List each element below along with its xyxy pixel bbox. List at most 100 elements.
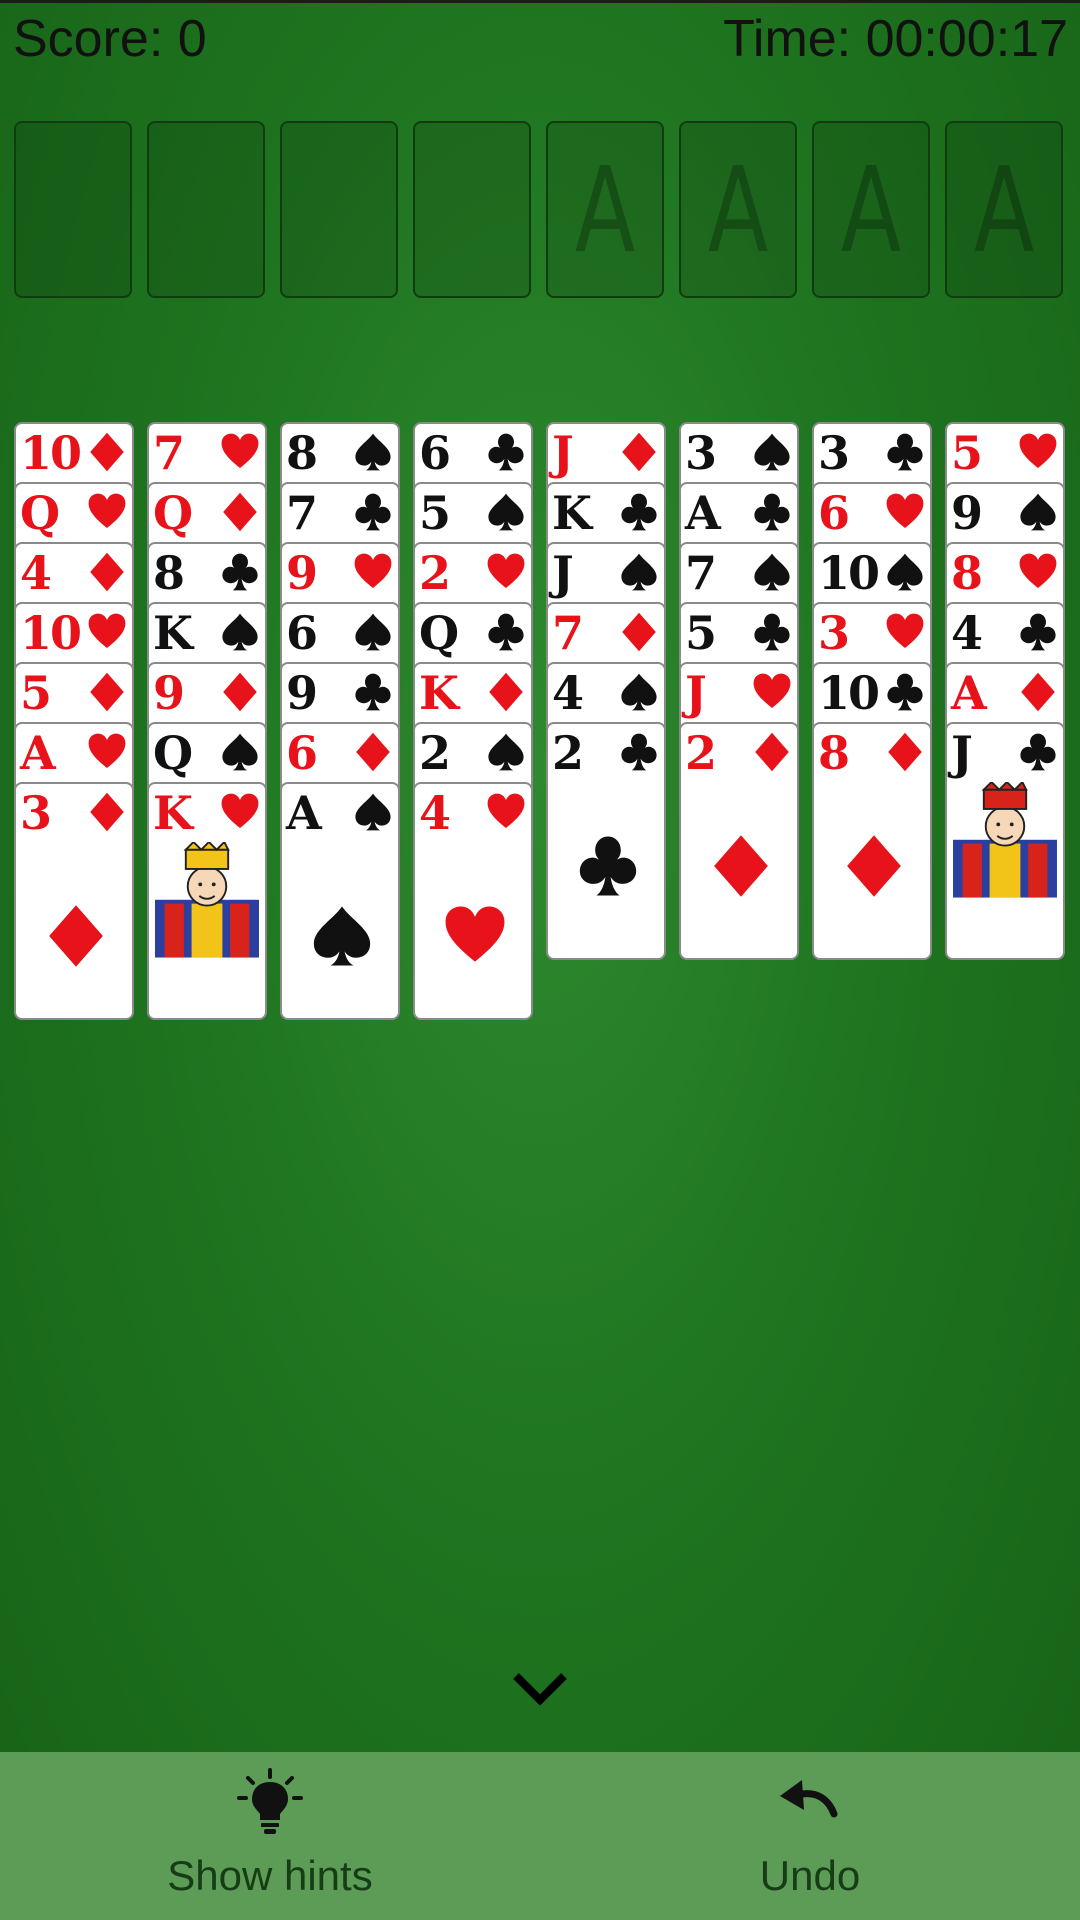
card-rank: J [552, 426, 574, 480]
card-rank: 8 [286, 426, 318, 480]
club-icon [754, 613, 790, 651]
card-rank: 4 [951, 606, 983, 660]
club-icon [754, 493, 790, 531]
card[interactable]: A [280, 782, 400, 1020]
heart-icon [753, 673, 791, 708]
card-rank: Q [153, 486, 193, 540]
spade-icon [488, 733, 524, 771]
free-cell-2[interactable] [147, 121, 265, 298]
club-icon [887, 433, 923, 471]
heart-icon [221, 433, 259, 468]
card-rank: A [20, 726, 56, 780]
card-rank: 6 [286, 726, 318, 780]
spade-icon [754, 433, 790, 471]
card-rank: 6 [419, 426, 451, 480]
bottom-toolbar: Show hints Undo [0, 1752, 1080, 1920]
diamond-icon [755, 732, 789, 772]
card-rank: 8 [818, 726, 850, 780]
card-rank: K [153, 606, 193, 660]
card-rank: 5 [20, 666, 52, 720]
diamond-icon [223, 492, 257, 532]
card[interactable]: 3 [14, 782, 134, 1020]
spade-icon [887, 553, 923, 591]
spade-icon [222, 733, 258, 771]
card-rank: 10 [20, 606, 82, 660]
free-cell-1[interactable] [14, 121, 132, 298]
foundation-placeholder-label: A [574, 141, 636, 279]
card-rank: 5 [951, 426, 983, 480]
card-rank: J [685, 666, 707, 720]
spade-icon [222, 613, 258, 651]
card-rank: Q [419, 606, 459, 660]
card-rank: A [286, 786, 322, 840]
lightbulb-icon [237, 1768, 303, 1834]
club-icon [355, 673, 391, 711]
heart-icon [221, 793, 259, 828]
spade-icon [621, 673, 657, 711]
card[interactable]: K [147, 782, 267, 1020]
chevron-down-icon[interactable] [510, 1668, 570, 1708]
card-rank: 9 [153, 666, 185, 720]
card[interactable]: 2 [679, 722, 799, 960]
spade-icon [355, 613, 391, 651]
club-icon [488, 433, 524, 471]
card-rank: Q [20, 486, 60, 540]
card-rank: K [552, 486, 592, 540]
spade-icon [1020, 493, 1056, 531]
card-rank: 3 [818, 606, 850, 660]
card-rank: Q [153, 726, 193, 780]
heart-icon [88, 613, 126, 648]
undo-button[interactable]: Undo [540, 1752, 1080, 1920]
diamond-icon [49, 905, 103, 967]
card-rank: 5 [685, 606, 717, 660]
card[interactable]: 4 [413, 782, 533, 1020]
card[interactable]: J [945, 722, 1065, 960]
jack-portrait-icon [953, 782, 1057, 898]
foundation-slot-3[interactable]: A [812, 121, 930, 298]
card-rank: J [951, 726, 973, 780]
heart-icon [1019, 433, 1057, 468]
card-rank: 8 [951, 546, 983, 600]
free-cell-3[interactable] [280, 121, 398, 298]
diamond-icon [90, 792, 124, 832]
card-rank: J [552, 546, 574, 600]
card-rank: 10 [818, 666, 880, 720]
card-rank: 7 [153, 426, 185, 480]
heart-icon [487, 553, 525, 588]
diamond-icon [223, 672, 257, 712]
club-icon [621, 733, 657, 771]
card-rank: 2 [419, 726, 451, 780]
diamond-icon [356, 732, 390, 772]
card-rank: 9 [951, 486, 983, 540]
card-rank: 4 [419, 786, 451, 840]
diamond-icon [888, 732, 922, 772]
foundation-slot-2[interactable]: A [679, 121, 797, 298]
card-rank: 10 [20, 426, 82, 480]
diamond-icon [489, 672, 523, 712]
spade-icon [621, 553, 657, 591]
club-icon [621, 493, 657, 531]
club-icon [222, 553, 258, 591]
card-rank: A [685, 486, 721, 540]
show-hints-button[interactable]: Show hints [0, 1752, 540, 1920]
card-rank: A [951, 666, 987, 720]
card-rank: 7 [685, 546, 717, 600]
club-icon [579, 836, 637, 896]
diamond-icon [714, 835, 768, 897]
foundation-slot-4[interactable]: A [945, 121, 1063, 298]
undo-arrow-icon [780, 1780, 838, 1818]
card[interactable]: 2 [546, 722, 666, 960]
card-rank: 7 [552, 606, 584, 660]
score-label: Score: 0 [13, 10, 207, 68]
card[interactable]: 8 [812, 722, 932, 960]
club-icon [887, 673, 923, 711]
card-rank: 6 [286, 606, 318, 660]
card-rank: 3 [685, 426, 717, 480]
heart-icon [354, 553, 392, 588]
show-hints-label: Show hints [167, 1852, 373, 1899]
card-rank: 10 [818, 546, 880, 600]
foundation-slot-1[interactable]: A [546, 121, 664, 298]
card-rank: 9 [286, 546, 318, 600]
free-cell-4[interactable] [413, 121, 531, 298]
heart-icon [88, 493, 126, 528]
